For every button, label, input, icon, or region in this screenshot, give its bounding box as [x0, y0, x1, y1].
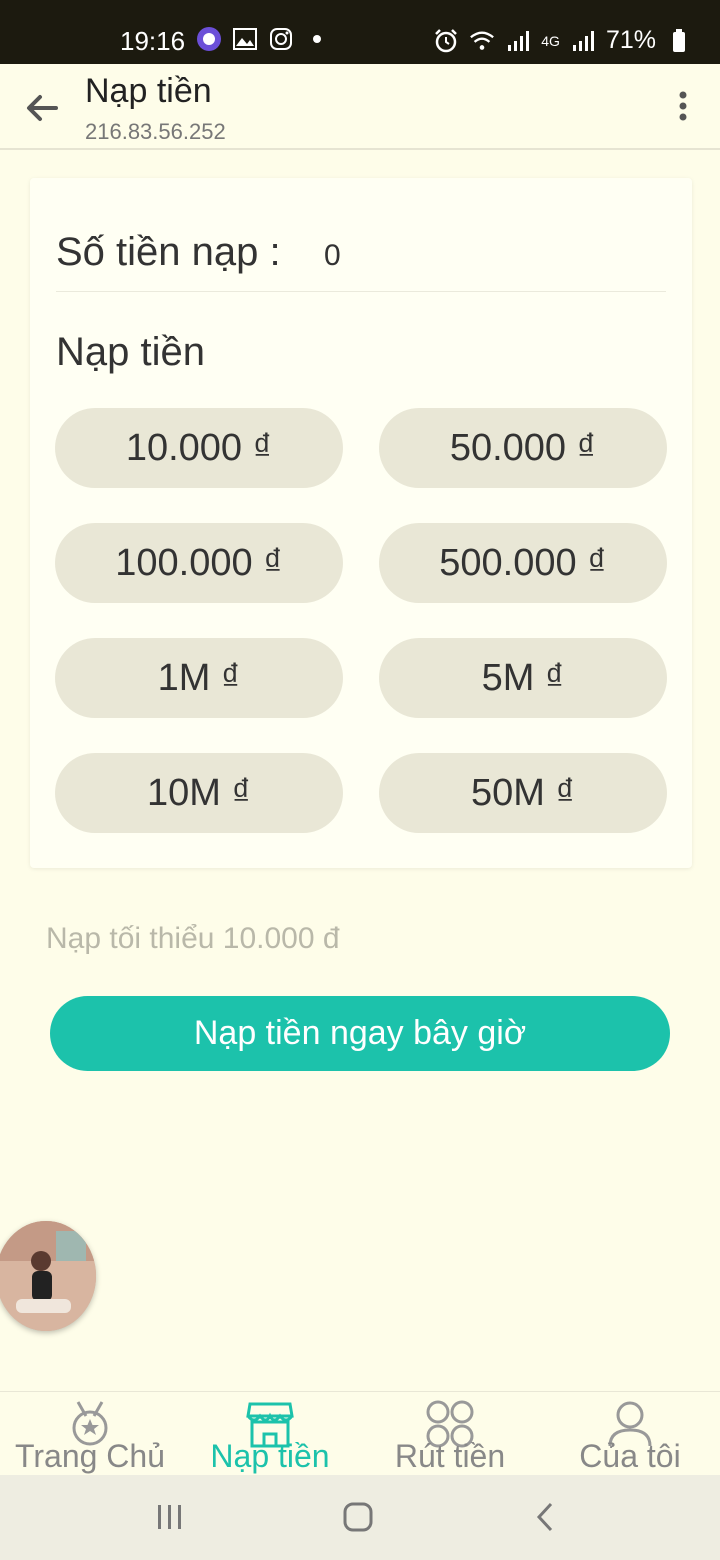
signal-icon [505, 28, 531, 54]
section-title: Nạp tiền [56, 330, 205, 374]
back-button[interactable] [22, 88, 62, 128]
home-button[interactable] [338, 1497, 378, 1537]
nav-item-home[interactable]: Trang Chủ [0, 1392, 180, 1476]
amount-option-5m[interactable]: 5M ₫ [379, 638, 667, 718]
chevron-left-icon [536, 1502, 553, 1532]
page-subtitle: 216.83.56.252 [85, 119, 226, 144]
arrow-left-icon [27, 95, 58, 121]
amount-option-50000[interactable]: 50.000 ₫ [379, 408, 667, 488]
floating-avatar[interactable] [0, 1221, 96, 1331]
nav-item-deposit[interactable]: Nạp tiền [180, 1392, 360, 1476]
status-time: 19:16 [120, 26, 186, 56]
more-options-button[interactable] [674, 90, 692, 126]
amount-option-1m[interactable]: 1M ₫ [55, 638, 343, 718]
amount-row: Số tiền nạp : [56, 226, 666, 292]
status-bar: 19:16 4G 71% [0, 0, 720, 64]
alarm-icon [433, 28, 459, 54]
nav-item-profile[interactable]: Của tôi [540, 1392, 720, 1476]
page-title: Nạp tiền [85, 72, 212, 110]
recent-apps-icon [158, 1505, 181, 1529]
dot-icon [304, 26, 330, 52]
amount-options: 10.000 ₫ 50.000 ₫ 100.000 ₫ 500.000 ₫ 1M… [55, 408, 667, 833]
system-back-button[interactable] [526, 1497, 566, 1537]
amount-label: Số tiền nạp : [56, 230, 281, 274]
amount-option-100000[interactable]: 100.000 ₫ [55, 523, 343, 603]
amount-input[interactable] [324, 236, 644, 276]
deposit-now-button[interactable]: Nạp tiền ngay bây giờ [50, 996, 670, 1071]
signal-icon-2 [570, 28, 596, 54]
home-square-icon [343, 1502, 373, 1532]
app-notification-icon [196, 26, 222, 52]
recent-apps-button[interactable] [150, 1497, 190, 1537]
status-right: 4G 71% [433, 26, 692, 55]
nav-label-home: Trang Chủ [15, 1438, 165, 1474]
more-vertical-icon [679, 91, 687, 121]
battery-icon [666, 28, 692, 54]
amount-option-500000[interactable]: 500.000 ₫ [379, 523, 667, 603]
battery-percent: 71% [605, 26, 656, 54]
wifi-icon [469, 28, 495, 54]
amount-option-10m[interactable]: 10M ₫ [55, 753, 343, 833]
amount-option-10000[interactable]: 10.000 ₫ [55, 408, 343, 488]
deposit-card: Số tiền nạp : Nạp tiền 10.000 ₫ 50.000 ₫… [30, 178, 692, 868]
gallery-icon [232, 26, 258, 52]
network-type: 4G [541, 32, 560, 49]
avatar-photo-icon [0, 1221, 96, 1331]
nav-label-profile: Của tôi [579, 1438, 681, 1474]
nav-label-withdraw: Rút tiền [394, 1438, 506, 1474]
minimum-deposit-note: Nạp tối thiểu 10.000 đ [46, 922, 340, 955]
bottom-navigation: Trang Chủ Nạp tiền Rút tiền Của tôi [0, 1391, 720, 1475]
system-navigation-bar [0, 1475, 720, 1560]
amount-option-50m[interactable]: 50M ₫ [379, 753, 667, 833]
app-bar: Nạp tiền 216.83.56.252 [0, 64, 720, 150]
nav-item-withdraw[interactable]: Rút tiền [360, 1392, 540, 1476]
nav-label-deposit: Nạp tiền [210, 1438, 330, 1474]
instagram-icon [268, 26, 294, 52]
notification-icons [196, 26, 330, 52]
